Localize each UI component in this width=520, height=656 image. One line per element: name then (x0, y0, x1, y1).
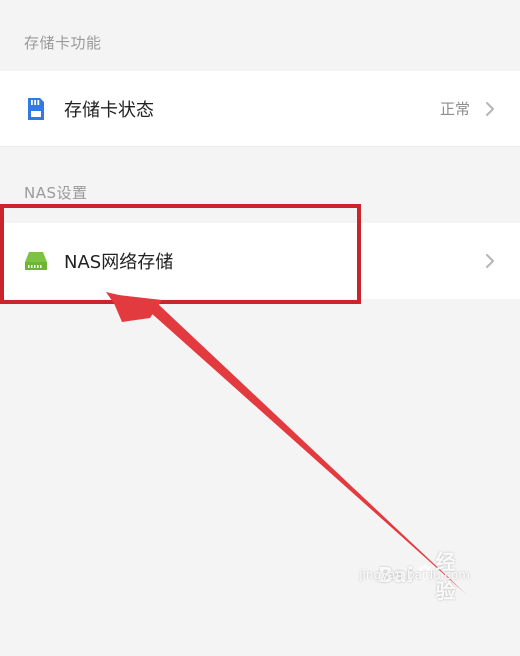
section-title-sdcard: 存储卡功能 (24, 34, 102, 52)
sdcard-status-label: 存储卡状态 (64, 99, 154, 121)
chevron-right-icon (484, 252, 496, 270)
sd-card-icon (24, 95, 48, 123)
sdcard-status-row[interactable]: 存储卡状态 正常 (0, 71, 520, 147)
section-title-nas: NAS设置 (24, 184, 88, 202)
sdcard-status-value: 正常 (439, 100, 470, 118)
nas-storage-label: NAS网络存储 (64, 252, 174, 273)
nas-storage-row[interactable]: NAS网络存储 (0, 223, 520, 299)
watermark-url: jingyan.baidu.com (359, 568, 470, 582)
watermark: Bai 经验 jingyan.baidu.com (359, 550, 498, 626)
chevron-right-icon (484, 100, 496, 118)
settings-screen: 存储卡功能 存储卡状态 正常 NAS设置 NAS网络存储 Bai 经验 jing… (0, 0, 520, 656)
nas-drive-icon (24, 247, 48, 275)
